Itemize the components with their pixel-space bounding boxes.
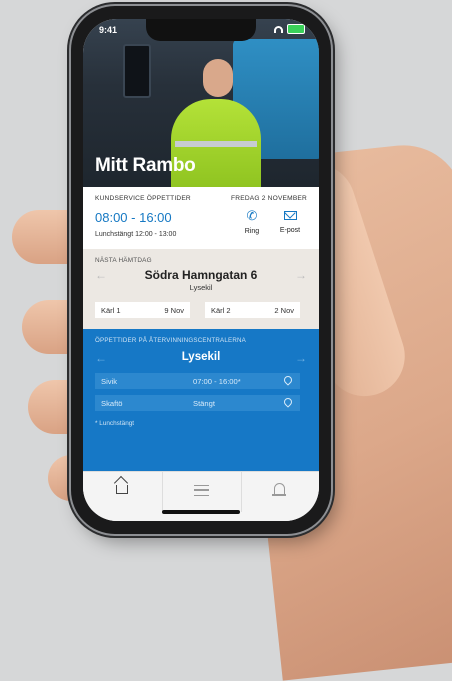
customer-service-hours: 08:00 - 16:00 xyxy=(95,210,172,225)
next-address-arrow-icon[interactable]: → xyxy=(295,268,307,282)
recycling-center-hours: Stängt xyxy=(193,399,215,408)
status-icons xyxy=(274,24,305,34)
call-button[interactable]: ✆ Ring xyxy=(237,208,267,236)
map-pin-icon[interactable] xyxy=(282,396,294,408)
hero-image: Mitt Rambo xyxy=(83,19,319,187)
recycling-center-name: Sivik xyxy=(101,377,118,386)
battery-icon xyxy=(287,24,305,34)
nav-menu[interactable] xyxy=(162,472,242,512)
bin-card: Kärl 1 9 Nov xyxy=(95,302,190,318)
recycling-section: ÖPPETTIDER PÅ ÅTERVINNINGSCENTRALERNA ← … xyxy=(83,329,319,481)
recycling-center-name: Skaftö xyxy=(101,399,123,408)
phone-screen: 9:41 Mitt Rambo KUNDSERVICE ÖPPETTIDER F… xyxy=(83,19,319,521)
pickup-street: Södra Hamngatan 6 xyxy=(144,268,258,282)
customer-service-label: KUNDSERVICE ÖPPETTIDER xyxy=(95,195,191,202)
home-icon xyxy=(116,485,128,494)
lunch-closed-text: Lunchstängt 12:00 - 13:00 xyxy=(95,231,177,238)
recycling-center-row[interactable]: Skaftö Stängt xyxy=(95,395,300,411)
email-button[interactable]: E-post xyxy=(275,209,305,234)
bin-date: 9 Nov xyxy=(164,306,184,315)
customer-service-section: KUNDSERVICE ÖPPETTIDER FREDAG 2 NOVEMBER… xyxy=(83,187,319,249)
page-title: Mitt Rambo xyxy=(95,155,196,176)
next-pickup-label: NÄSTA HÄMTDAG xyxy=(95,257,152,264)
recycling-center-hours: 07:00 - 16:00* xyxy=(193,377,241,386)
home-indicator[interactable] xyxy=(162,510,240,514)
nav-notifications[interactable] xyxy=(241,472,319,512)
map-pin-icon[interactable] xyxy=(282,374,294,386)
next-pickup-section: NÄSTA HÄMTDAG ← Södra Hamngatan 6 → Lyse… xyxy=(83,249,319,329)
bin-date: 2 Nov xyxy=(274,306,294,315)
wifi-icon xyxy=(274,25,283,33)
worker-head-graphic xyxy=(203,59,233,97)
bin-name: Kärl 1 xyxy=(101,306,121,315)
recycling-center-row[interactable]: Sivik 07:00 - 16:00* xyxy=(95,373,300,389)
bell-icon xyxy=(272,483,286,496)
truck-mirror-graphic xyxy=(123,44,151,98)
recycling-label: ÖPPETTIDER PÅ ÅTERVINNINGSCENTRALERNA xyxy=(95,337,246,344)
phone-icon: ✆ xyxy=(246,208,258,223)
envelope-icon xyxy=(283,211,297,220)
lunch-footnote: * Lunchstängt xyxy=(95,420,135,427)
nav-home[interactable] xyxy=(83,472,161,512)
status-bar: 9:41 xyxy=(83,19,319,41)
email-label: E-post xyxy=(279,227,301,234)
pickup-city: Lysekil xyxy=(189,283,213,292)
menu-icon xyxy=(194,485,209,496)
bin-name: Kärl 2 xyxy=(211,306,231,315)
status-time: 9:41 xyxy=(99,25,118,35)
next-city-arrow-icon[interactable]: → xyxy=(295,351,307,365)
call-label: Ring xyxy=(244,228,260,235)
bin-card: Kärl 2 2 Nov xyxy=(205,302,300,318)
reflective-stripe xyxy=(175,141,257,147)
phone-device: 9:41 Mitt Rambo KUNDSERVICE ÖPPETTIDER F… xyxy=(71,6,331,534)
recycling-city: Lysekil xyxy=(181,351,221,363)
current-date: FREDAG 2 NOVEMBER xyxy=(231,195,307,202)
